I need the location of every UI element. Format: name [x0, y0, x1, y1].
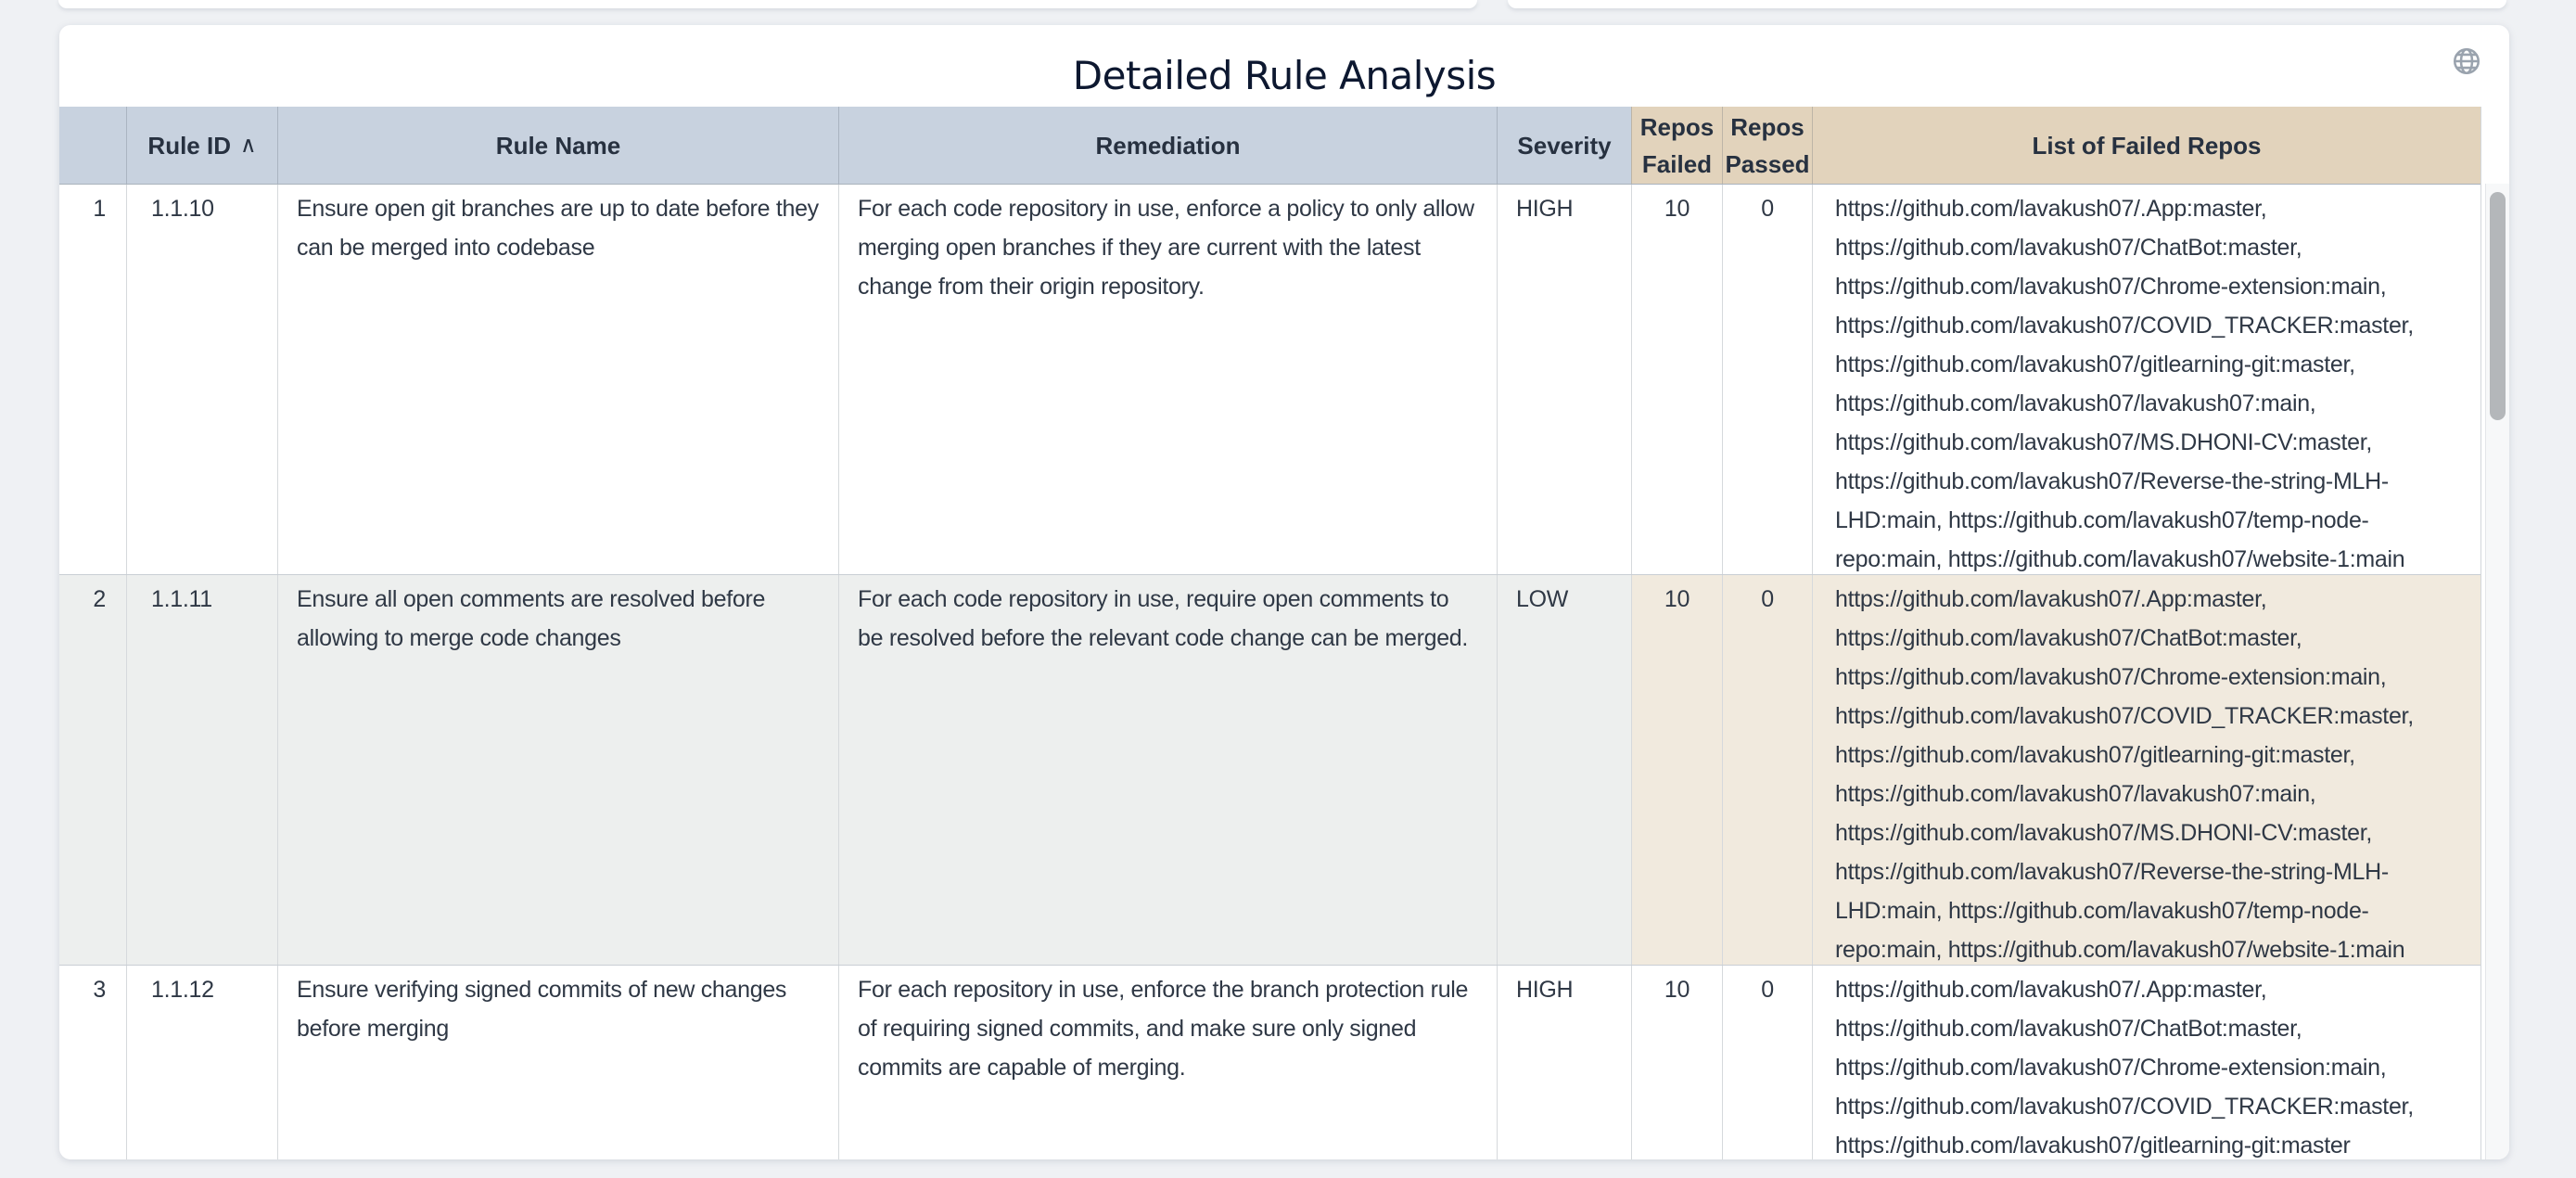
header-cell-failed-repos[interactable]: List of Failed Repos	[1812, 107, 2480, 184]
vertical-scrollbar[interactable]	[2485, 184, 2509, 1159]
cell-severity: HIGH	[1497, 185, 1631, 574]
header-cell-severity[interactable]: Severity	[1497, 107, 1631, 184]
cell-repos-failed: 10	[1631, 575, 1722, 965]
header-cell-rule-id[interactable]: Rule ID ∧	[126, 107, 277, 184]
cell-remediation: For each code repository in use, enforce…	[838, 185, 1497, 574]
table-row: 3 1.1.12 Ensure verifying signed commits…	[59, 965, 2480, 1159]
analysis-card: Detailed Rule Analysis Rule ID ∧ Rule Na…	[59, 25, 2509, 1159]
header-label-remediation: Remediation	[1095, 127, 1240, 164]
cell-repos-passed: 0	[1722, 185, 1812, 574]
cell-repos-passed: 0	[1722, 575, 1812, 965]
cell-remediation: For each code repository in use, require…	[838, 575, 1497, 965]
cell-row-number: 2	[59, 575, 126, 965]
table-body: 1 1.1.10 Ensure open git branches are up…	[59, 185, 2480, 1159]
header-label-failed-repos: List of Failed Repos	[2032, 127, 2261, 164]
cell-row-number: 1	[59, 185, 126, 574]
rule-table: Rule ID ∧ Rule Name Remediation Severity…	[59, 107, 2481, 1159]
cell-row-number: 3	[59, 966, 126, 1159]
header-label-repos-failed: Repos Failed	[1638, 109, 1716, 183]
header-cell-repos-failed[interactable]: Repos Failed	[1631, 107, 1722, 184]
cell-repos-failed: 10	[1631, 966, 1722, 1159]
cell-failed-repos: https://github.com/lavakush07/.App:maste…	[1812, 575, 2480, 965]
cell-rule-name: Ensure verifying signed commits of new c…	[277, 966, 838, 1159]
table-row: 2 1.1.11 Ensure all open comments are re…	[59, 574, 2480, 965]
cell-repos-failed: 10	[1631, 185, 1722, 574]
sort-ascending-icon[interactable]: ∧	[240, 127, 257, 164]
top-card-right	[1508, 0, 2506, 8]
cell-severity: HIGH	[1497, 966, 1631, 1159]
header-cell-index[interactable]	[59, 107, 126, 184]
cell-rule-name: Ensure open git branches are up to date …	[277, 185, 838, 574]
globe-icon[interactable]	[2451, 45, 2482, 77]
cell-rule-name: Ensure all open comments are resolved be…	[277, 575, 838, 965]
cell-rule-id: 1.1.12	[126, 966, 277, 1159]
page-background: Detailed Rule Analysis Rule ID ∧ Rule Na…	[0, 0, 2576, 1178]
header-cell-rule-name[interactable]: Rule Name	[277, 107, 838, 184]
header-label-rule-id: Rule ID	[147, 127, 231, 164]
cell-rule-id: 1.1.11	[126, 575, 277, 965]
table-row: 1 1.1.10 Ensure open git branches are up…	[59, 185, 2480, 574]
scrollbar-thumb[interactable]	[2490, 192, 2506, 420]
cell-severity: LOW	[1497, 575, 1631, 965]
header-label-severity: Severity	[1517, 127, 1611, 164]
page-title: Detailed Rule Analysis	[59, 53, 2509, 98]
table-header-row: Rule ID ∧ Rule Name Remediation Severity…	[59, 107, 2480, 185]
header-cell-repos-passed[interactable]: Repos Passed	[1722, 107, 1812, 184]
cell-failed-repos: https://github.com/lavakush07/.App:maste…	[1812, 966, 2480, 1159]
header-label-rule-name: Rule Name	[496, 127, 620, 164]
cell-remediation: For each repository in use, enforce the …	[838, 966, 1497, 1159]
cell-repos-passed: 0	[1722, 966, 1812, 1159]
top-card-left	[58, 0, 1477, 8]
header-cell-remediation[interactable]: Remediation	[838, 107, 1497, 184]
cell-failed-repos: https://github.com/lavakush07/.App:maste…	[1812, 185, 2480, 574]
cell-rule-id: 1.1.10	[126, 185, 277, 574]
header-label-repos-passed: Repos Passed	[1725, 109, 1809, 183]
